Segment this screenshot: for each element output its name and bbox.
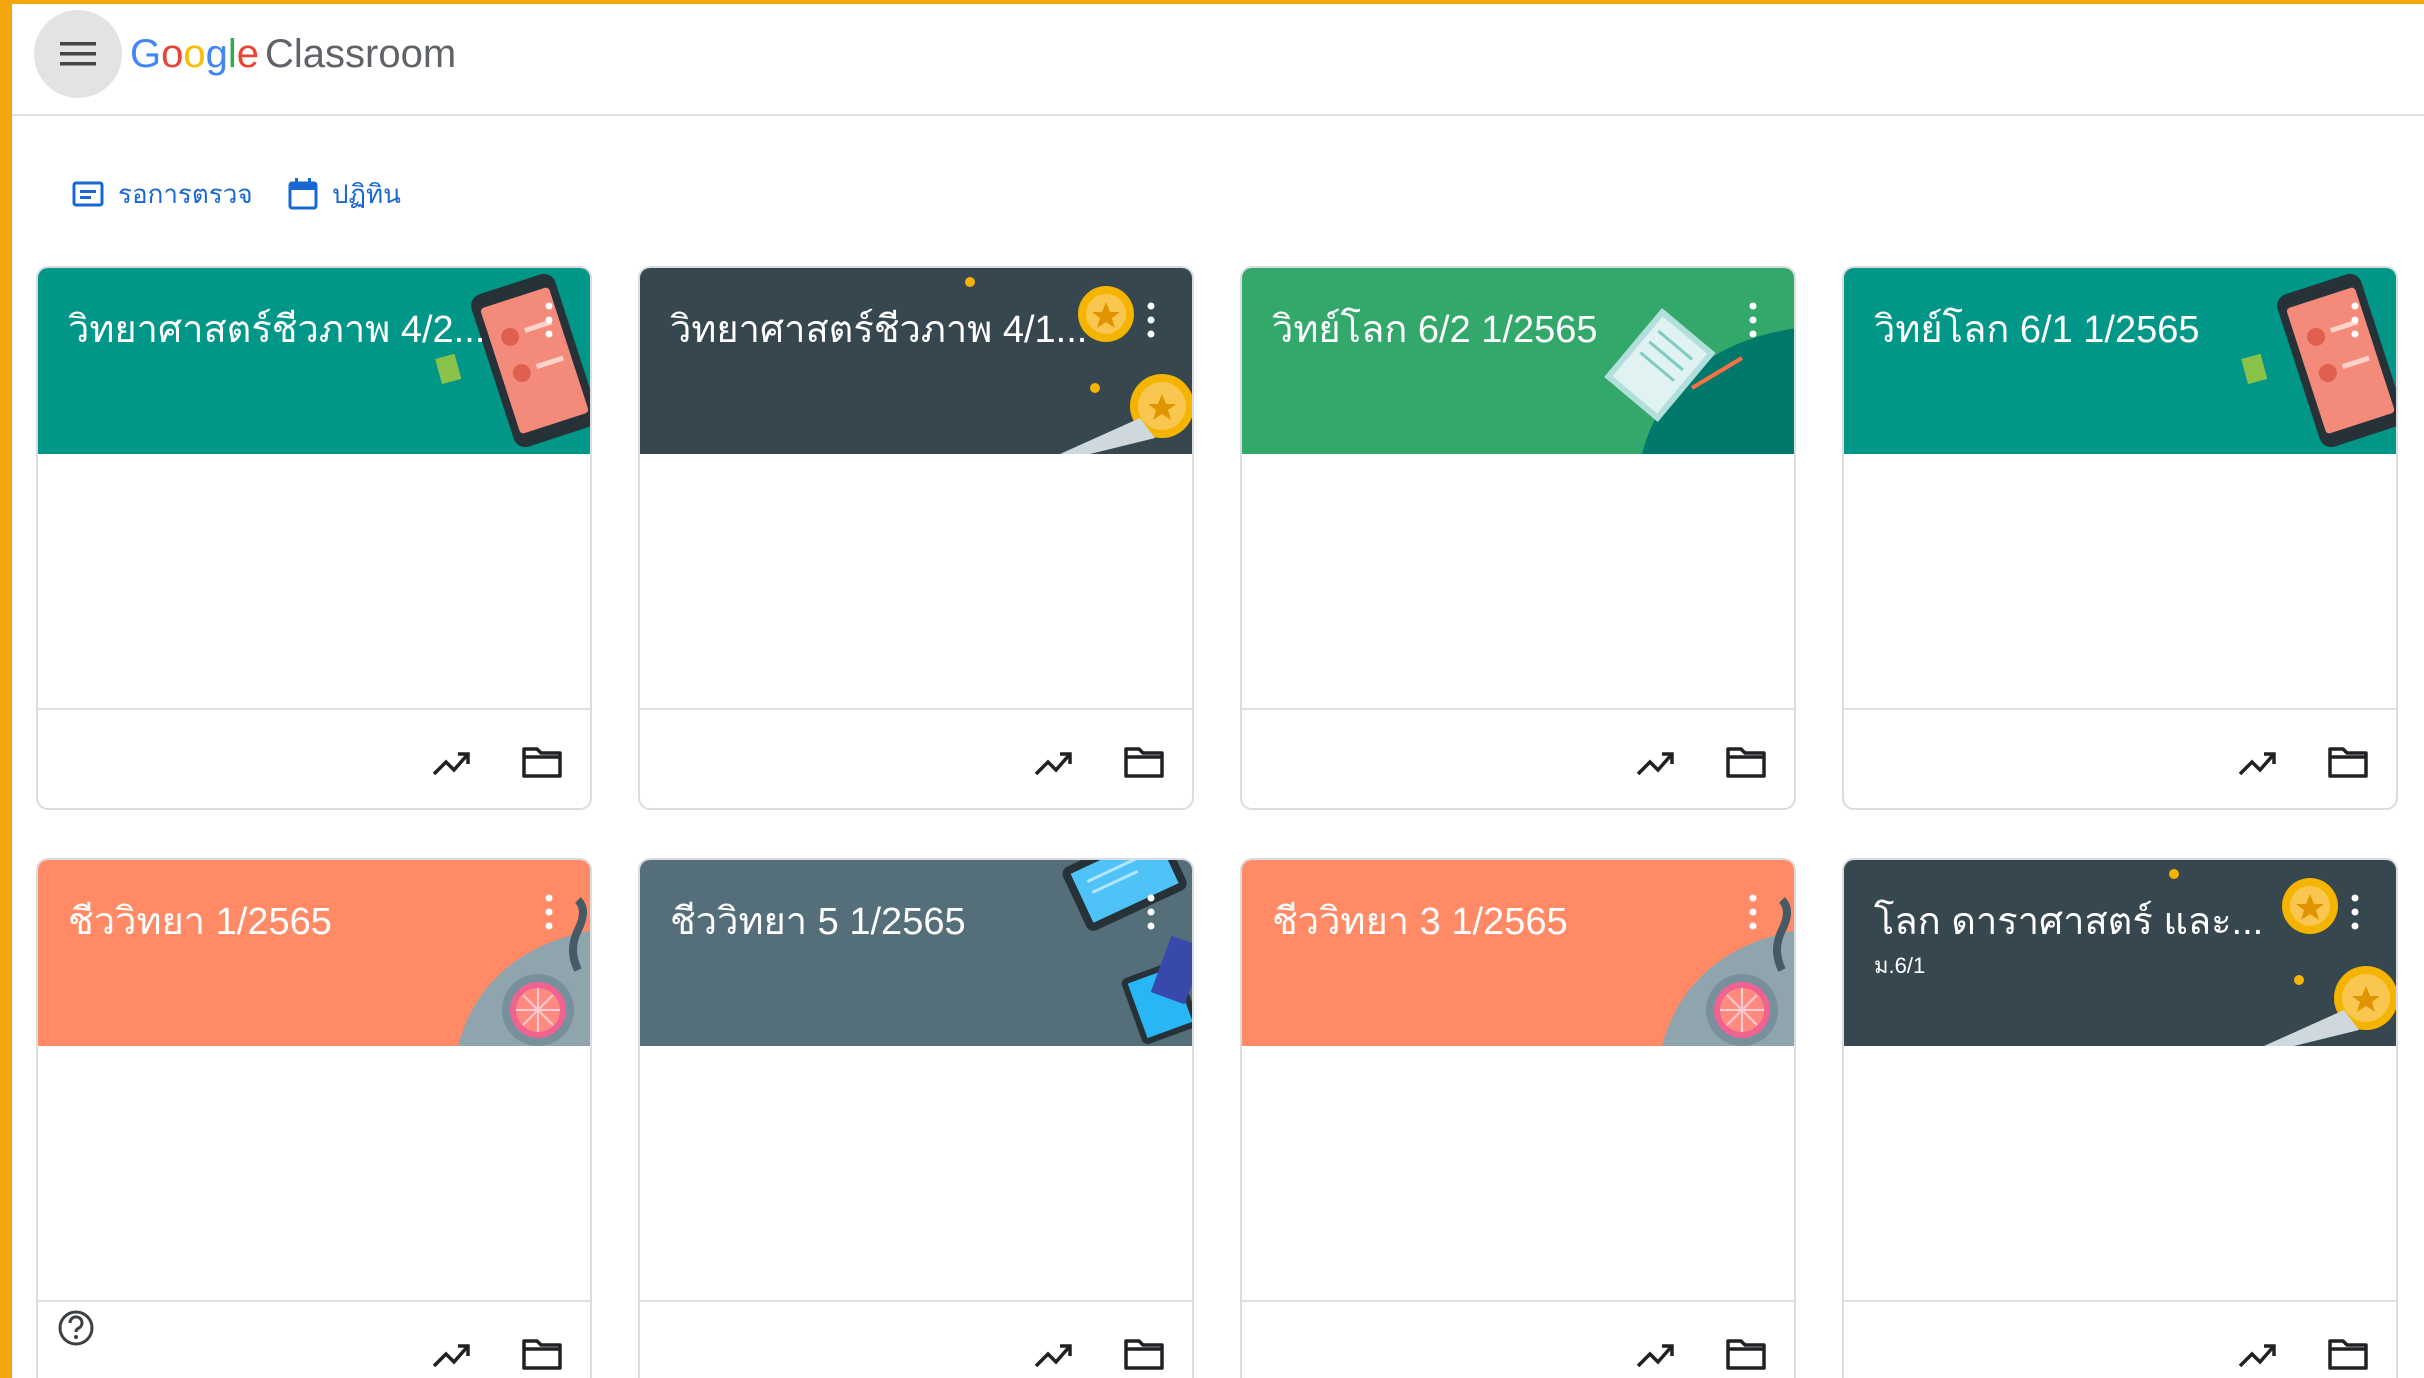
more-vert-icon[interactable] [542, 892, 556, 932]
banner-illustration [1662, 897, 1794, 1046]
class-card-actions [1844, 1300, 2396, 1378]
calendar-link[interactable]: ปฏิทิน [288, 172, 401, 216]
class-section: ม.6/1 [1874, 953, 1926, 978]
trending-up-icon[interactable] [430, 740, 474, 784]
calendar-icon [288, 178, 318, 210]
class-card[interactable]: วิทยาศาสตร์ชีวภาพ 4/2... [36, 266, 592, 810]
folder-icon[interactable] [2326, 740, 2370, 784]
trending-up-icon[interactable] [2236, 1332, 2280, 1376]
class-title[interactable]: วิทยาศาสตร์ชีวภาพ 4/1... [670, 298, 1100, 359]
product-name: Classroom [265, 31, 457, 76]
more-vert-icon[interactable] [1144, 892, 1158, 932]
class-title[interactable]: ชีววิทยา 1/2565 [68, 890, 498, 951]
class-card[interactable]: วิทยาศาสตร์ชีวภาพ 4/1... [638, 266, 1194, 810]
folder-icon[interactable] [1122, 1332, 1166, 1376]
class-card-banner[interactable]: วิทยาศาสตร์ชีวภาพ 4/1... [640, 268, 1192, 454]
banner-illustration [1604, 308, 1794, 454]
more-vert-icon[interactable] [1144, 300, 1158, 340]
banner-illustration [435, 273, 590, 448]
hamburger-icon [60, 42, 96, 66]
class-card-actions [1242, 708, 1794, 808]
class-title[interactable]: ชีววิทยา 5 1/2565 [670, 890, 1100, 951]
class-card-banner[interactable]: วิทย์โลก 6/1 1/2565 [1844, 268, 2396, 454]
google-wordmark: Google [130, 31, 260, 76]
more-vert-icon[interactable] [1746, 300, 1760, 340]
class-card-banner[interactable]: ชีววิทยา 1/2565 [38, 860, 590, 1046]
banner-illustration [1062, 860, 1192, 1045]
more-vert-icon[interactable] [2348, 892, 2362, 932]
folder-icon[interactable] [1724, 740, 1768, 784]
to-review-link[interactable]: รอการตรวจ [72, 172, 253, 216]
class-card[interactable]: วิทย์โลก 6/2 1/2565 [1240, 266, 1796, 810]
trending-up-icon[interactable] [430, 1332, 474, 1376]
class-card-banner[interactable]: วิทย์โลก 6/2 1/2565 [1242, 268, 1794, 454]
trending-up-icon[interactable] [2236, 740, 2280, 784]
trending-up-icon[interactable] [1634, 1332, 1678, 1376]
to-review-label: รอการตรวจ [118, 178, 253, 209]
calendar-label: ปฏิทิน [332, 178, 401, 209]
class-card[interactable]: ชีววิทยา 1/2565 [36, 858, 592, 1378]
class-card-actions [1242, 1300, 1794, 1378]
assignment-icon [72, 181, 104, 207]
class-title[interactable]: วิทย์โลก 6/2 1/2565 [1272, 298, 1702, 359]
banner-illustration [2241, 273, 2396, 448]
more-vert-icon[interactable] [2348, 300, 2362, 340]
class-title[interactable]: ชีววิทยา 3 1/2565 [1272, 890, 1702, 951]
banner-illustration [458, 897, 590, 1046]
more-vert-icon[interactable] [542, 300, 556, 340]
folder-icon[interactable] [520, 740, 564, 784]
class-card[interactable]: วิทย์โลก 6/1 1/2565 [1842, 266, 2398, 810]
class-card[interactable]: ชีววิทยา 3 1/2565 [1240, 858, 1796, 1378]
class-card-actions [640, 1300, 1192, 1378]
class-card[interactable]: ชีววิทยา 5 1/2565 [638, 858, 1194, 1378]
folder-icon[interactable] [1122, 740, 1166, 784]
help-icon[interactable] [56, 1308, 96, 1348]
google-classroom-logo[interactable]: Google Classroom [130, 24, 456, 84]
class-card[interactable]: โลก ดาราศาสตร์ และ... ม.6/1 [1842, 858, 2398, 1378]
folder-icon[interactable] [1724, 1332, 1768, 1376]
folder-icon[interactable] [520, 1332, 564, 1376]
class-title[interactable]: โลก ดาราศาสตร์ และ... [1874, 890, 2304, 951]
main-menu-button[interactable] [34, 10, 122, 98]
trending-up-icon[interactable] [1634, 740, 1678, 784]
class-card-banner[interactable]: ชีววิทยา 3 1/2565 [1242, 860, 1794, 1046]
banner-illustration [2169, 869, 2396, 1046]
folder-icon[interactable] [2326, 1332, 2370, 1376]
class-title[interactable]: วิทย์โลก 6/1 1/2565 [1874, 298, 2304, 359]
class-card-banner[interactable]: ชีววิทยา 5 1/2565 [640, 860, 1192, 1046]
class-card-actions [38, 708, 590, 808]
class-card-actions [38, 1300, 590, 1378]
class-card-actions [640, 708, 1192, 808]
class-card-banner[interactable]: วิทยาศาสตร์ชีวภาพ 4/2... [38, 268, 590, 454]
app-header: Google Classroom [12, 4, 2424, 116]
class-card-banner[interactable]: โลก ดาราศาสตร์ และ... ม.6/1 [1844, 860, 2396, 1046]
class-card-actions [1844, 708, 2396, 808]
classroom-window: Google Classroom รอการตรวจ ปฏิทิน วิทยาศ… [12, 4, 2424, 1378]
trending-up-icon[interactable] [1032, 740, 1076, 784]
class-title[interactable]: วิทยาศาสตร์ชีวภาพ 4/2... [68, 298, 498, 359]
trending-up-icon[interactable] [1032, 1332, 1076, 1376]
more-vert-icon[interactable] [1746, 892, 1760, 932]
banner-illustration [965, 277, 1192, 454]
